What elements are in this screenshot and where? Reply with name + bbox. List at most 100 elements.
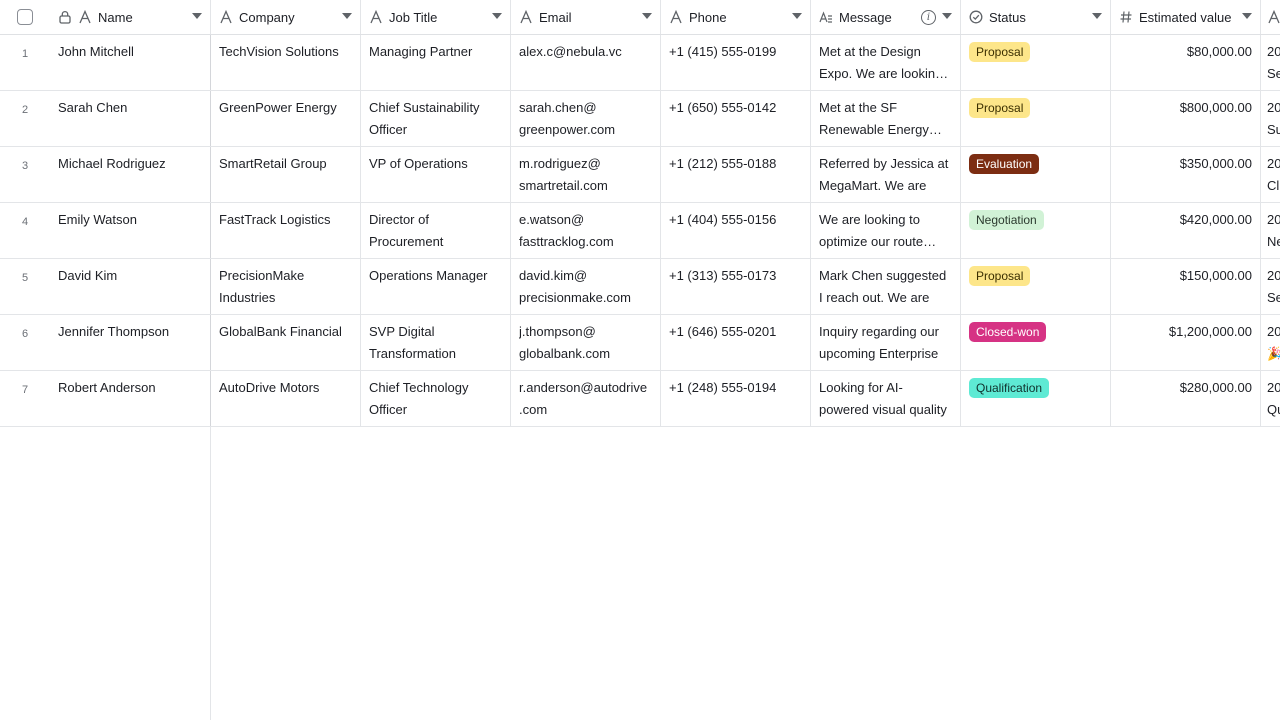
cell-estimated-value[interactable]: $280,000.00 bbox=[1111, 371, 1261, 426]
cell-message[interactable]: We are looking to optimize our route pla… bbox=[811, 203, 961, 258]
cell-next-column[interactable]: 20 Qu bbox=[1261, 371, 1280, 426]
row-number[interactable]: 1 bbox=[0, 35, 50, 90]
column-header-status[interactable]: Status bbox=[961, 0, 1111, 34]
cell-email[interactable]: m.rodriguez@ smartretail.com bbox=[511, 147, 661, 202]
cell-status[interactable]: Closed-won bbox=[961, 315, 1111, 370]
cell-phone[interactable]: +1 (212) 555-0188 bbox=[661, 147, 811, 202]
cell-text: +1 (404) 555-0156 bbox=[669, 212, 777, 227]
cell-name[interactable]: Sarah Chen bbox=[50, 91, 211, 146]
cell-email[interactable]: alex.c@nebula.vc bbox=[511, 35, 661, 90]
info-icon[interactable]: i bbox=[921, 10, 936, 25]
column-header-phone[interactable]: Phone bbox=[661, 0, 811, 34]
cell-estimated-value[interactable]: $420,000.00 bbox=[1111, 203, 1261, 258]
cell-next-column[interactable]: 20 Cl bbox=[1261, 147, 1280, 202]
cell-name[interactable]: Robert Anderson bbox=[50, 371, 211, 426]
table-row[interactable]: 5 David Kim PrecisionMake Industries Operat… bbox=[0, 259, 1280, 315]
cell-job-title[interactable]: SVP Digital Transformation bbox=[361, 315, 511, 370]
column-header-message[interactable]: Message i bbox=[811, 0, 961, 34]
row-number[interactable]: 3 bbox=[0, 147, 50, 202]
cell-message[interactable]: Mark Chen suggested I reach out. We are bbox=[811, 259, 961, 314]
select-all-cell[interactable] bbox=[0, 0, 50, 34]
table-row[interactable]: 2 Sarah Chen GreenPower Energy Chief Sustai… bbox=[0, 91, 1280, 147]
cell-message[interactable]: Met at the SF Renewable Energy Summit bbox=[811, 91, 961, 146]
cell-job-title[interactable]: Chief Sustainability Officer bbox=[361, 91, 511, 146]
table-row[interactable]: 7 Robert Anderson AutoDrive Motors Chief Te… bbox=[0, 371, 1280, 427]
cell-next-column[interactable]: 20 Se bbox=[1261, 35, 1280, 90]
cell-email[interactable]: r.anderson@autodrive .com bbox=[511, 371, 661, 426]
cell-name[interactable]: Michael Rodriguez bbox=[50, 147, 211, 202]
table-row[interactable]: 4 Emily Watson FastTrack Logistics Director… bbox=[0, 203, 1280, 259]
cell-company[interactable]: PrecisionMake Industries bbox=[211, 259, 361, 314]
cell-email[interactable]: e.watson@ fasttracklog.com bbox=[511, 203, 661, 258]
cell-status[interactable]: Proposal bbox=[961, 35, 1111, 90]
cell-message[interactable]: Met at the Design Expo. We are looking t… bbox=[811, 35, 961, 90]
column-header-name[interactable]: Name bbox=[50, 0, 211, 34]
cell-estimated-value[interactable]: $800,000.00 bbox=[1111, 91, 1261, 146]
cell-email[interactable]: j.thompson@ globalbank.com bbox=[511, 315, 661, 370]
cell-estimated-value[interactable]: $80,000.00 bbox=[1111, 35, 1261, 90]
column-header-estimated-value[interactable]: Estimated value bbox=[1111, 0, 1261, 34]
chevron-down-icon[interactable] bbox=[792, 13, 802, 19]
column-header-company[interactable]: Company bbox=[211, 0, 361, 34]
cell-name[interactable]: John Mitchell bbox=[50, 35, 211, 90]
text-field-icon bbox=[1267, 10, 1280, 24]
chevron-down-icon[interactable] bbox=[492, 13, 502, 19]
cell-name[interactable]: David Kim bbox=[50, 259, 211, 314]
cell-message[interactable]: Inquiry regarding our upcoming Enterpris… bbox=[811, 315, 961, 370]
cell-name[interactable]: Jennifer Thompson bbox=[50, 315, 211, 370]
chevron-down-icon[interactable] bbox=[1242, 13, 1252, 19]
cell-company[interactable]: GlobalBank Financial bbox=[211, 315, 361, 370]
cell-job-title[interactable]: Chief Technology Officer bbox=[361, 371, 511, 426]
cell-phone[interactable]: +1 (650) 555-0142 bbox=[661, 91, 811, 146]
cell-company[interactable]: GreenPower Energy bbox=[211, 91, 361, 146]
cell-phone[interactable]: +1 (313) 555-0173 bbox=[661, 259, 811, 314]
cell-email[interactable]: sarah.chen@ greenpower.com bbox=[511, 91, 661, 146]
cell-company[interactable]: FastTrack Logistics bbox=[211, 203, 361, 258]
chevron-down-icon[interactable] bbox=[642, 13, 652, 19]
cell-next-column[interactable]: 20 🎉 bbox=[1261, 315, 1280, 370]
cell-message[interactable]: Looking for AI-powered visual quality bbox=[811, 371, 961, 426]
checkbox-icon[interactable] bbox=[17, 9, 33, 25]
cell-estimated-value[interactable]: $1,200,000.00 bbox=[1111, 315, 1261, 370]
row-number[interactable]: 2 bbox=[0, 91, 50, 146]
cell-next-column[interactable]: 20 Su bbox=[1261, 91, 1280, 146]
cell-estimated-value[interactable]: $150,000.00 bbox=[1111, 259, 1261, 314]
chevron-down-icon[interactable] bbox=[342, 13, 352, 19]
table-row[interactable]: 6 Jennifer Thompson GlobalBank Financial SV… bbox=[0, 315, 1280, 371]
cell-job-title[interactable]: Managing Partner bbox=[361, 35, 511, 90]
column-header-next[interactable] bbox=[1261, 0, 1280, 34]
cell-status[interactable]: Evaluation bbox=[961, 147, 1111, 202]
cell-estimated-value[interactable]: $350,000.00 bbox=[1111, 147, 1261, 202]
cell-phone[interactable]: +1 (248) 555-0194 bbox=[661, 371, 811, 426]
cell-status[interactable]: Qualification bbox=[961, 371, 1111, 426]
cell-next-column[interactable]: 20 Ne bbox=[1261, 203, 1280, 258]
row-number[interactable]: 7 bbox=[0, 371, 50, 426]
cell-phone[interactable]: +1 (415) 555-0199 bbox=[661, 35, 811, 90]
cell-phone[interactable]: +1 (646) 555-0201 bbox=[661, 315, 811, 370]
chevron-down-icon[interactable] bbox=[1092, 13, 1102, 19]
cell-company[interactable]: TechVision Solutions bbox=[211, 35, 361, 90]
cell-email[interactable]: david.kim@ precisionmake.com bbox=[511, 259, 661, 314]
cell-job-title[interactable]: Operations Manager bbox=[361, 259, 511, 314]
cell-phone[interactable]: +1 (404) 555-0156 bbox=[661, 203, 811, 258]
cell-message[interactable]: Referred by Jessica at MegaMart. We are bbox=[811, 147, 961, 202]
table-row[interactable]: 1 John Mitchell TechVision Solutions Managi… bbox=[0, 35, 1280, 91]
row-number[interactable]: 4 bbox=[0, 203, 50, 258]
chevron-down-icon[interactable] bbox=[192, 13, 202, 19]
cell-name[interactable]: Emily Watson bbox=[50, 203, 211, 258]
cell-status[interactable]: Negotiation bbox=[961, 203, 1111, 258]
row-number[interactable]: 6 bbox=[0, 315, 50, 370]
cell-company[interactable]: SmartRetail Group bbox=[211, 147, 361, 202]
cell-job-title[interactable]: Director of Procurement bbox=[361, 203, 511, 258]
cell-text: AutoDrive Motors bbox=[219, 380, 320, 395]
cell-company[interactable]: AutoDrive Motors bbox=[211, 371, 361, 426]
table-row[interactable]: 3 Michael Rodriguez SmartRetail Group VP of… bbox=[0, 147, 1280, 203]
cell-job-title[interactable]: VP of Operations bbox=[361, 147, 511, 202]
column-header-job-title[interactable]: Job Title bbox=[361, 0, 511, 34]
chevron-down-icon[interactable] bbox=[942, 13, 952, 19]
column-header-email[interactable]: Email bbox=[511, 0, 661, 34]
cell-status[interactable]: Proposal bbox=[961, 91, 1111, 146]
cell-next-column[interactable]: 20 Se bbox=[1261, 259, 1280, 314]
cell-status[interactable]: Proposal bbox=[961, 259, 1111, 314]
row-number[interactable]: 5 bbox=[0, 259, 50, 314]
